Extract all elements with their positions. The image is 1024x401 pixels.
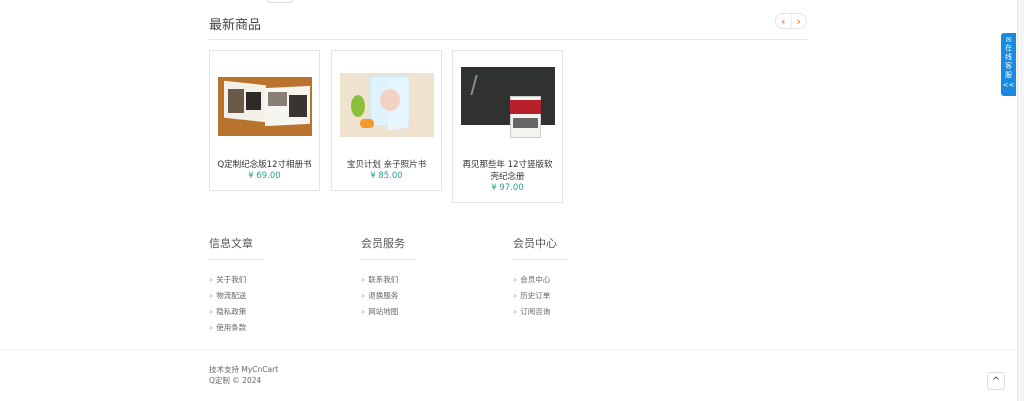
product-card[interactable]: 再见那些年 12寸竖版软壳纪念册 ¥ 97.00 — [452, 50, 563, 203]
footer-link[interactable]: » 关于我们 — [209, 272, 264, 288]
footer-column-service: 会员服务 » 联系我们 » 退换服务 » 网站地图 — [361, 237, 416, 320]
product-name[interactable]: 再见那些年 12寸竖版软壳纪念册 — [453, 159, 562, 183]
footer-column-title: 信息文章 — [209, 237, 253, 250]
chat-icon: ✉ — [1005, 36, 1012, 44]
product-card[interactable]: 宝贝计划 亲子照片书 ¥ 85.00 — [331, 50, 442, 191]
bullet-icon: » — [209, 276, 214, 284]
page: 最新商品 ‹ › Q定制纪念版12寸相册书 ¥ 69.00 宝贝计划 亲子照片书… — [0, 0, 1024, 401]
product-image[interactable] — [210, 51, 319, 149]
footer-link[interactable]: » 隐私政策 — [209, 304, 264, 320]
bullet-icon: » — [361, 276, 366, 284]
back-to-top-button[interactable]: ^ — [987, 372, 1005, 390]
bullet-icon: » — [209, 292, 214, 300]
footer-column-account: 会员中心 » 会员中心 » 历史订单 » 订阅咨询 — [513, 237, 568, 320]
section-title: 最新商品 — [209, 18, 262, 33]
bullet-icon: » — [513, 308, 518, 316]
footer-column-title: 会员中心 — [513, 237, 557, 250]
footer-column-info: 信息文章 » 关于我们 » 物流配送 » 隐私政策 » 使用条款 — [209, 237, 264, 336]
chat-label: 在线客服 — [1005, 44, 1012, 79]
footer-column-divider — [513, 259, 568, 260]
product-name[interactable]: Q定制纪念版12寸相册书 — [210, 159, 319, 171]
credit-line[interactable]: 技术支持 MyCnCart — [209, 364, 278, 375]
section-divider — [209, 39, 807, 40]
bullet-icon: » — [209, 324, 214, 332]
footer-column-title: 会员服务 — [361, 237, 405, 250]
footer-column-divider — [361, 259, 416, 260]
footer-link[interactable]: » 网站地图 — [361, 304, 416, 320]
chevron-up-icon: ^ — [991, 375, 1001, 387]
footer-link[interactable]: » 联系我们 — [361, 272, 416, 288]
online-chat-widget[interactable]: ✉ 在线客服 << — [1001, 33, 1016, 96]
footer-link[interactable]: » 会员中心 — [513, 272, 568, 288]
footer-link[interactable]: » 使用条款 — [209, 320, 264, 336]
footer-column-divider — [209, 259, 264, 260]
footer-credit: 技术支持 MyCnCart Q定制 © 2024 — [209, 364, 278, 386]
product-image[interactable] — [332, 51, 441, 149]
bullet-icon: » — [513, 276, 518, 284]
product-card[interactable]: Q定制纪念版12寸相册书 ¥ 69.00 — [209, 50, 320, 191]
bullet-icon: » — [361, 308, 366, 316]
footer-link[interactable]: » 历史订单 — [513, 288, 568, 304]
carousel-next-button[interactable]: › — [792, 14, 807, 28]
footer-divider — [0, 349, 1024, 350]
footer-link[interactable]: » 订阅咨询 — [513, 304, 568, 320]
page-scrollbar[interactable] — [1017, 0, 1024, 401]
footer-link[interactable]: » 退换服务 — [361, 288, 416, 304]
carousel-nav: ‹ › — [775, 13, 807, 29]
collapse-icon[interactable]: << — [1003, 81, 1015, 89]
bullet-icon: » — [361, 292, 366, 300]
product-image[interactable] — [453, 51, 562, 149]
footer-link[interactable]: » 物流配送 — [209, 288, 264, 304]
product-name[interactable]: 宝贝计划 亲子照片书 — [332, 159, 441, 171]
bullet-icon: » — [513, 292, 518, 300]
copyright-line: Q定制 © 2024 — [209, 376, 262, 385]
product-price: ¥ 85.00 — [370, 171, 403, 181]
product-price: ¥ 69.00 — [248, 171, 281, 181]
bullet-icon: » — [209, 308, 214, 316]
top-button-sliver[interactable] — [266, 0, 294, 3]
carousel-prev-button[interactable]: ‹ — [776, 14, 792, 28]
product-price: ¥ 97.00 — [491, 183, 524, 193]
